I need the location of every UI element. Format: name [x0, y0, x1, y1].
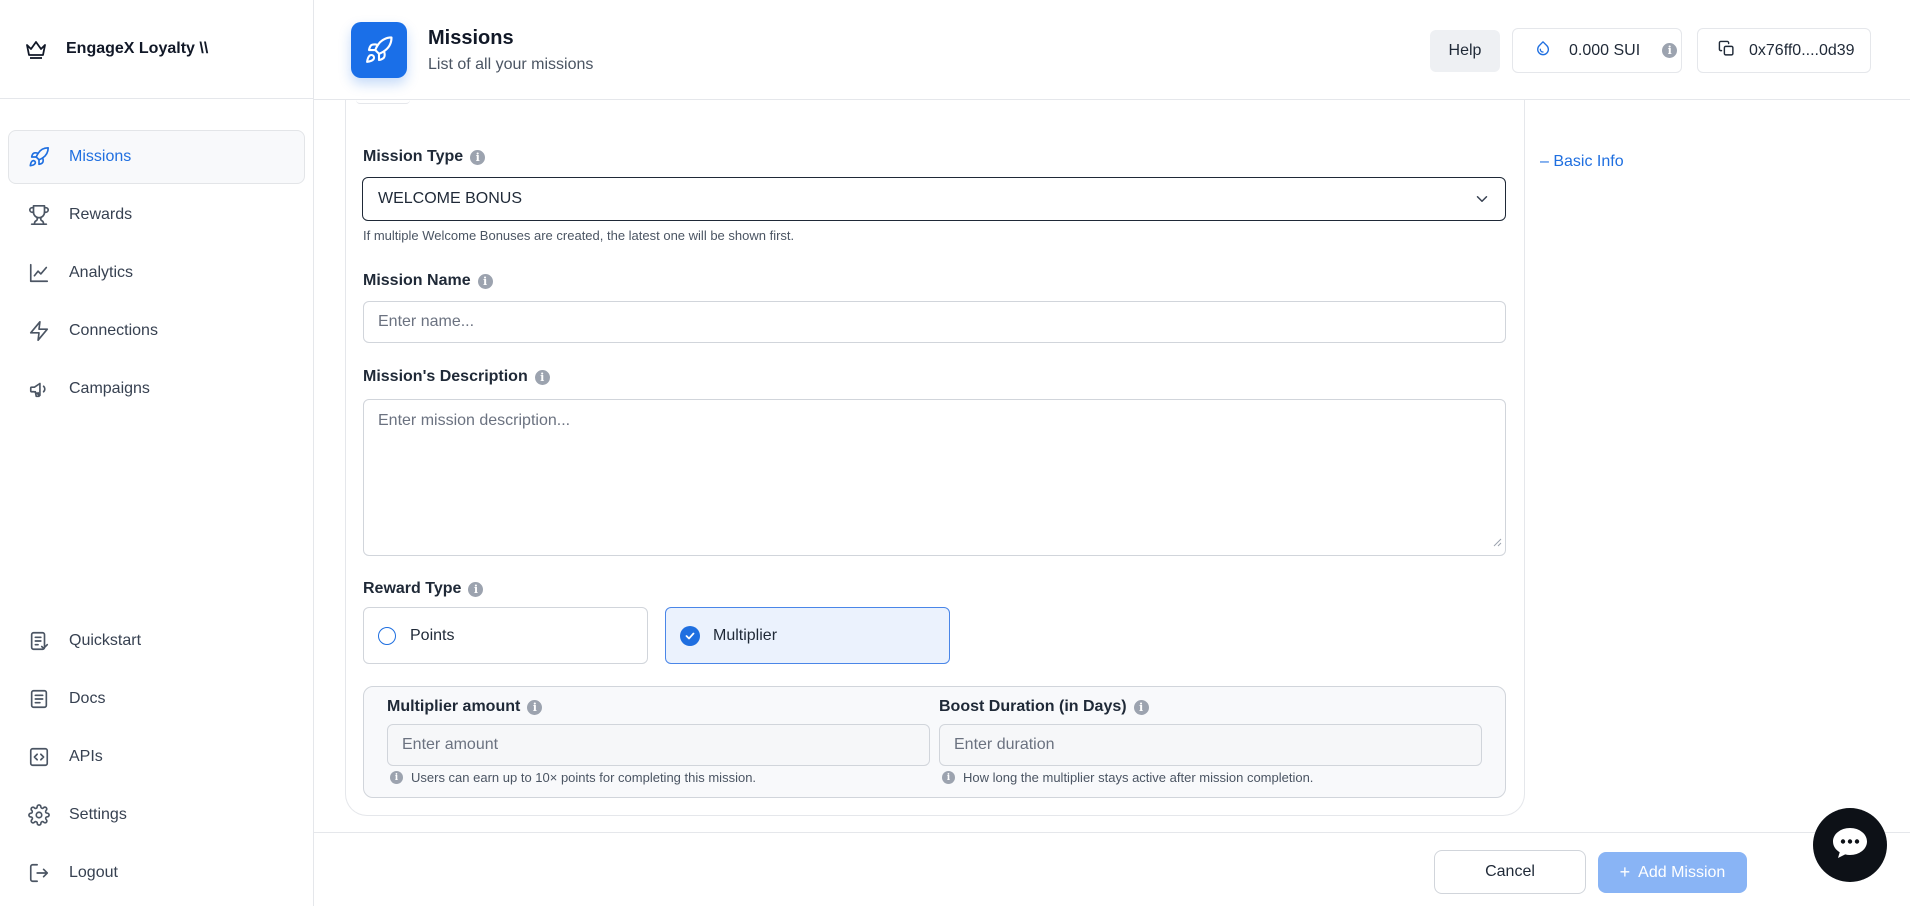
chevron-down-icon	[1473, 190, 1491, 213]
sidebar-item-apis[interactable]: APIs	[8, 730, 305, 784]
info-icon: i	[390, 771, 403, 784]
bolt-icon	[28, 320, 50, 342]
brand[interactable]: EngageX Loyalty \\	[0, 0, 313, 99]
info-icon[interactable]: i	[477, 273, 493, 289]
multiplier-amount-label: Multiplier amount i	[387, 698, 543, 716]
rocket-icon	[28, 146, 50, 168]
mission-description-label-text: Mission's Description	[363, 368, 528, 385]
boost-duration-hint: i How long the multiplier stays active a…	[942, 770, 1313, 785]
sidebar-item-label: APIs	[69, 748, 103, 765]
sidebar-item-logout[interactable]: Logout	[8, 846, 305, 900]
boost-duration-hint-text: How long the multiplier stays active aft…	[963, 770, 1314, 785]
sidebar-item-label: Connections	[69, 322, 158, 339]
add-mission-label: Add Mission	[1638, 863, 1726, 881]
wallet-address-button[interactable]: 0x76ff0....0d39	[1697, 28, 1871, 73]
sidebar-item-label: Rewards	[69, 206, 133, 223]
document-icon	[28, 688, 50, 710]
reward-option-points[interactable]: Points	[363, 607, 648, 664]
sidebar-item-quickstart[interactable]: Quickstart	[8, 614, 305, 668]
sidebar-item-label: Missions	[69, 148, 132, 165]
secondary-nav: Quickstart Docs APIs Settings Logout	[8, 614, 305, 904]
chat-widget-button[interactable]	[1813, 808, 1887, 882]
clipboard-icon	[28, 630, 50, 652]
mission-type-select[interactable]: WELCOME BONUS	[362, 177, 1506, 221]
code-icon	[28, 746, 50, 768]
card-stub	[356, 100, 410, 104]
megaphone-icon	[28, 378, 50, 400]
sidebar-item-missions[interactable]: Missions	[8, 130, 305, 184]
description-placeholder: Enter mission description...	[378, 412, 571, 429]
boost-duration-input[interactable]: Enter duration	[939, 724, 1482, 766]
info-icon: i	[1662, 43, 1678, 58]
add-mission-button[interactable]: + Add Mission	[1598, 852, 1747, 893]
crown-logo-icon	[24, 37, 48, 61]
boost-duration-label: Boost Duration (in Days) i	[939, 698, 1149, 716]
water-drop-icon	[1535, 39, 1551, 62]
help-button[interactable]: Help	[1430, 30, 1500, 72]
multiplier-amount-label-text: Multiplier amount	[387, 698, 521, 715]
info-icon[interactable]: i	[468, 581, 484, 597]
cancel-button[interactable]: Cancel	[1434, 850, 1586, 894]
radio-checked-icon	[680, 625, 700, 646]
mission-description-textarea[interactable]: Enter mission description...	[363, 399, 1506, 556]
chart-line-icon	[28, 262, 50, 284]
sidebar-item-label: Settings	[69, 806, 127, 823]
mission-type-label: Mission Type i	[363, 148, 486, 166]
sidebar-item-docs[interactable]: Docs	[8, 672, 305, 726]
wallet-address: 0x76ff0....0d39	[1749, 41, 1855, 59]
info-icon[interactable]: i	[470, 149, 486, 165]
multiplier-amount-input[interactable]: Enter amount	[387, 724, 930, 766]
info-icon: i	[942, 771, 955, 784]
reward-option-label: Multiplier	[713, 626, 778, 644]
mission-type-label-text: Mission Type	[363, 148, 464, 165]
sidebar-item-rewards[interactable]: Rewards	[8, 188, 305, 242]
sidebar-item-label: Docs	[69, 690, 106, 707]
mission-description-label: Mission's Description i	[363, 368, 550, 386]
gear-icon	[28, 804, 50, 826]
sidebar-item-campaigns[interactable]: Campaigns	[8, 362, 305, 416]
sidebar-item-label: Quickstart	[69, 632, 142, 649]
sidebar-item-settings[interactable]: Settings	[8, 788, 305, 842]
balance-value: 0.000 SUI	[1569, 41, 1641, 59]
copy-icon	[1718, 40, 1735, 62]
missions-rocket-icon	[351, 22, 407, 78]
sidebar-item-connections[interactable]: Connections	[8, 304, 305, 358]
mission-name-label: Mission Name i	[363, 272, 493, 290]
mission-name-input[interactable]: Enter name...	[363, 301, 1506, 343]
sidebar: EngageX Loyalty \\ Missions Rewards Anal…	[0, 0, 314, 906]
reward-type-label-text: Reward Type	[363, 580, 462, 597]
page-subtitle: List of all your missions	[428, 56, 594, 73]
plus-icon: +	[1619, 862, 1631, 882]
sidebar-item-label: Logout	[69, 864, 118, 881]
sidebar-item-label: Analytics	[69, 264, 134, 281]
reward-option-label: Points	[410, 626, 455, 644]
info-icon[interactable]: i	[1133, 699, 1149, 715]
reward-type-label: Reward Type i	[363, 580, 484, 598]
sidebar-item-label: Campaigns	[69, 380, 150, 397]
mission-type-hint: If multiple Welcome Bonuses are created,…	[363, 228, 795, 243]
multiplier-amount-hint-text: Users can earn up to 10× points for comp…	[411, 770, 757, 785]
chat-bubble-icon	[1830, 825, 1870, 866]
brand-name: EngageX Loyalty \\	[66, 40, 209, 57]
top-header: Missions List of all your missions Help …	[314, 0, 1910, 100]
boost-duration-label-text: Boost Duration (in Days)	[939, 698, 1127, 715]
page-title: Missions	[428, 27, 514, 49]
resize-handle-icon[interactable]	[1492, 534, 1502, 552]
info-icon[interactable]: i	[527, 699, 543, 715]
reward-option-multiplier[interactable]: Multiplier	[665, 607, 950, 664]
basic-info-link[interactable]: – Basic Info	[1540, 153, 1624, 171]
trophy-icon	[28, 204, 50, 226]
multiplier-amount-hint: i Users can earn up to 10× points for co…	[390, 770, 756, 785]
mission-type-value: WELCOME BONUS	[378, 190, 523, 207]
main-nav: Missions Rewards Analytics Connections C…	[8, 130, 305, 420]
logout-icon	[28, 862, 50, 884]
sidebar-item-analytics[interactable]: Analytics	[8, 246, 305, 300]
balance-button[interactable]: 0.000 SUI i	[1512, 28, 1682, 73]
radio-unchecked-icon	[378, 626, 396, 645]
info-icon[interactable]: i	[534, 369, 550, 385]
mission-name-label-text: Mission Name	[363, 272, 471, 289]
